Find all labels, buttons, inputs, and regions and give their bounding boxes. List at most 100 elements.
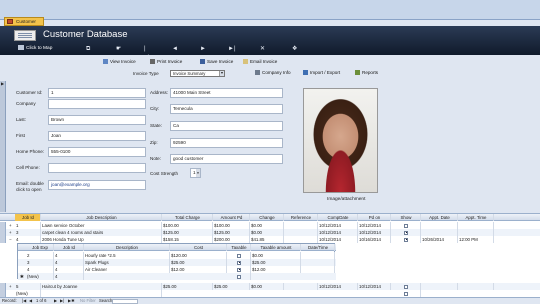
cost-cell[interactable]: $25.00: [170, 259, 227, 266]
col-description[interactable]: Description: [84, 244, 170, 251]
next-record-icon[interactable]: ►: [200, 45, 206, 53]
col-cost[interactable]: Cost: [170, 244, 227, 251]
job-id-cell[interactable]: 5: [15, 283, 41, 290]
paid-on-cell[interactable]: 10/16/2014: [358, 236, 391, 243]
collapse-icon[interactable]: −: [9, 236, 12, 243]
record-position[interactable]: 1 of 6: [36, 298, 46, 304]
sub-job-id-cell[interactable]: 4: [54, 273, 84, 280]
import-export-button[interactable]: Import / Export: [303, 69, 340, 76]
taxable-checkbox[interactable]: [237, 274, 241, 279]
col-sub-job-id[interactable]: Job Id: [54, 244, 84, 251]
job-id-cell[interactable]: 3: [15, 229, 41, 236]
show-checkbox[interactable]: [404, 223, 408, 228]
appt-date-cell[interactable]: [421, 229, 458, 236]
taxable-amount-cell[interactable]: $25.00: [251, 259, 301, 266]
table-row[interactable]: + 1 Lawn service October $100.00 $100.00…: [0, 222, 540, 229]
job-exp-cell[interactable]: (New): [26, 273, 54, 280]
expand-icon[interactable]: +: [9, 229, 12, 236]
col-job-exp[interactable]: Job Exp: [26, 244, 54, 251]
comp-date-cell[interactable]: 10/12/2014: [318, 283, 358, 290]
comp-date-cell[interactable]: 10/12/2014: [318, 222, 358, 229]
taxable-checkbox[interactable]: [237, 260, 241, 265]
state-field[interactable]: Ca: [170, 121, 283, 131]
find-icon[interactable]: ☛: [116, 45, 121, 53]
amount-paid-cell[interactable]: $125.00: [213, 229, 250, 236]
sub-job-id-cell[interactable]: 4: [54, 252, 84, 259]
total-charge-cell[interactable]: $158.15: [162, 236, 213, 243]
appt-date-cell[interactable]: 10/26/2014: [421, 236, 458, 243]
description-cell[interactable]: Spark Plugs: [84, 259, 170, 266]
click-to-map-button[interactable]: Click to Map: [18, 45, 52, 51]
previous-record-button[interactable]: ◀: [29, 298, 32, 304]
taxable-checkbox[interactable]: [237, 253, 241, 258]
description-cell[interactable]: Hourly rate *2.5: [84, 252, 170, 259]
subsheet-row[interactable]: 3 4 Spark Plugs $25.00 $25.00: [18, 259, 336, 266]
col-amount-paid[interactable]: Amount Pd: [213, 214, 250, 221]
new-record-row[interactable]: (New): [0, 290, 540, 297]
reports-button[interactable]: Reports: [355, 69, 378, 76]
appt-date-cell[interactable]: [421, 222, 458, 229]
subsheet-row[interactable]: 2 4 Hourly rate *2.5 $120.00 $0.00: [18, 252, 336, 259]
search-input[interactable]: [112, 298, 138, 304]
job-exp-cell[interactable]: 3: [26, 259, 54, 266]
col-show[interactable]: Show: [391, 214, 421, 221]
date-time-cell[interactable]: [301, 259, 335, 266]
reference-cell[interactable]: [284, 229, 318, 236]
previous-record-icon[interactable]: ◄: [172, 45, 178, 53]
company-info-button[interactable]: Company Info: [255, 69, 291, 76]
invoice-type-select[interactable]: Invoice Summary ▼: [170, 70, 225, 77]
col-comp-date[interactable]: CompDate: [318, 214, 358, 221]
col-change[interactable]: Change: [250, 214, 284, 221]
print-invoice-button[interactable]: Print Invoice: [150, 58, 182, 65]
change-cell[interactable]: $0.00: [250, 229, 284, 236]
customer-id-field[interactable]: 1: [48, 88, 146, 98]
last-record-button[interactable]: ▶|: [60, 298, 64, 304]
tab-customer[interactable]: Customer: [4, 17, 44, 26]
table-row[interactable]: − 4 2006 Honda Tune Up $158.15 $200.00 $…: [0, 236, 540, 243]
change-cell[interactable]: $41.85: [250, 236, 284, 243]
row-selector[interactable]: [0, 229, 6, 236]
company-field[interactable]: [48, 99, 146, 109]
last-name-field[interactable]: Brown: [48, 115, 146, 125]
job-description-cell[interactable]: carpet clean 4 rooms and stairs: [41, 229, 162, 236]
first-record-button[interactable]: |◀: [22, 298, 26, 304]
no-filter-button[interactable]: No Filter: [80, 298, 96, 304]
total-charge-cell[interactable]: $100.00: [162, 222, 213, 229]
amount-paid-cell[interactable]: $25.00: [213, 283, 250, 290]
paid-on-cell[interactable]: 10/12/2014: [358, 222, 391, 229]
reference-cell[interactable]: [284, 236, 318, 243]
taxable-amount-cell[interactable]: $0.00: [251, 252, 301, 259]
cost-cell[interactable]: $12.00: [170, 266, 227, 273]
sub-job-id-cell[interactable]: 4: [54, 266, 84, 273]
zip-field[interactable]: 92590: [170, 138, 283, 148]
email-invoice-button[interactable]: Email Invoice: [243, 58, 277, 65]
total-charge-cell[interactable]: $125.00: [162, 229, 213, 236]
cell-phone-field[interactable]: [48, 163, 146, 173]
job-exp-cell[interactable]: 4: [26, 266, 54, 273]
email-field[interactable]: joan@example.org: [48, 180, 146, 190]
show-checkbox[interactable]: [404, 237, 408, 242]
job-description-cell[interactable]: Lawn service October: [41, 222, 162, 229]
job-description-cell[interactable]: Haircut by Joanne: [41, 283, 162, 290]
job-id-cell[interactable]: 4: [15, 236, 41, 243]
amount-paid-cell[interactable]: $100.00: [213, 222, 250, 229]
table-row[interactable]: + 3 carpet clean 4 rooms and stairs $125…: [0, 229, 540, 236]
taxable-checkbox[interactable]: [237, 267, 241, 272]
date-time-cell[interactable]: [301, 266, 335, 273]
job-id-cell[interactable]: 1: [15, 222, 41, 229]
save-invoice-button[interactable]: Save Invoice: [200, 58, 233, 65]
appt-time-cell[interactable]: 12:00 PM: [458, 236, 494, 243]
date-time-cell[interactable]: [301, 252, 335, 259]
last-record-icon[interactable]: ►|: [228, 45, 236, 53]
col-total-charge[interactable]: Total Charge: [162, 214, 213, 221]
paid-on-cell[interactable]: 10/12/2014: [358, 283, 391, 290]
change-cell[interactable]: $0.00: [250, 283, 284, 290]
appt-date-cell[interactable]: [421, 283, 458, 290]
sub-job-id-cell[interactable]: 4: [54, 259, 84, 266]
col-job-description[interactable]: Job Description: [41, 214, 162, 221]
taxable-amount-cell[interactable]: $12.00: [251, 266, 301, 273]
first-name-field[interactable]: Joan: [48, 131, 146, 141]
address-field[interactable]: 41000 Main Street: [170, 88, 283, 98]
change-cell[interactable]: $0.00: [250, 222, 284, 229]
expand-icon[interactable]: +: [9, 283, 12, 290]
